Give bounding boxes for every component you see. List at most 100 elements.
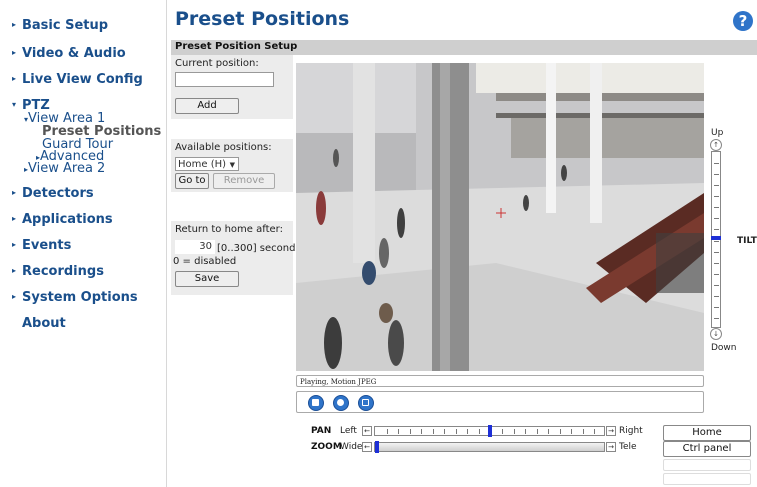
nav-applications[interactable]: ▸ Applications bbox=[12, 212, 113, 227]
nav-label: Applications bbox=[22, 212, 113, 227]
available-positions-panel: Available positions: Home (H) ▼ Go to Re… bbox=[171, 139, 293, 192]
nav-recordings[interactable]: ▸ Recordings bbox=[12, 264, 104, 279]
add-button[interactable]: Add bbox=[175, 98, 239, 114]
chevron-right-icon: ▸ bbox=[12, 188, 17, 197]
video-controls bbox=[296, 391, 704, 413]
dropdown-arrow-icon: ▼ bbox=[229, 161, 235, 169]
empty-slot bbox=[663, 473, 751, 485]
pan-slider[interactable] bbox=[374, 425, 605, 437]
pan-tick bbox=[433, 429, 434, 434]
pan-tick bbox=[421, 429, 422, 434]
ctrl-panel-button[interactable]: Ctrl panel bbox=[663, 441, 751, 457]
tilt-down-arrow-icon[interactable]: ↓ bbox=[710, 328, 722, 340]
pan-tick bbox=[583, 429, 584, 434]
pan-tick bbox=[387, 429, 388, 434]
zoom-wide-arrow-icon[interactable]: ← bbox=[362, 442, 372, 452]
section-header: Preset Position Setup bbox=[171, 40, 757, 55]
nav-label: Detectors bbox=[22, 186, 94, 201]
zoom-tele-label: Tele bbox=[619, 442, 637, 452]
current-position-panel: Current position: Add bbox=[171, 55, 293, 119]
tilt-tick bbox=[714, 307, 719, 308]
tilt-tick bbox=[714, 241, 719, 242]
zoom-title: ZOOM bbox=[311, 442, 342, 452]
page-title: Preset Positions bbox=[175, 8, 350, 30]
pan-tick bbox=[467, 429, 468, 434]
sidebar: ▸ Basic Setup ▸ Video & Audio ▸ Live View C… bbox=[0, 0, 167, 487]
pan-right-arrow-icon[interactable]: → bbox=[606, 426, 616, 436]
tilt-tick bbox=[714, 263, 719, 264]
nav-live-view-config[interactable]: ▸ Live View Config bbox=[12, 72, 143, 87]
nav-view-area-2[interactable]: ▸View Area 2 bbox=[24, 161, 105, 176]
pan-tick bbox=[514, 429, 515, 434]
chevron-right-icon: ▸ bbox=[12, 74, 17, 83]
available-positions-select[interactable]: Home (H) ▼ bbox=[175, 157, 239, 171]
pan-left-label: Left bbox=[340, 426, 357, 436]
tilt-title: TILT bbox=[737, 236, 757, 246]
video-status-bar: Playing, Motion JPEG bbox=[296, 375, 704, 387]
pan-tick bbox=[525, 429, 526, 434]
stop-icon[interactable] bbox=[308, 395, 324, 411]
goto-button[interactable]: Go to bbox=[175, 173, 209, 189]
tilt-tick bbox=[714, 174, 719, 175]
chevron-right-icon: ▸ bbox=[12, 240, 17, 249]
tilt-down-label: Down bbox=[711, 343, 737, 353]
chevron-right-icon: ▸ bbox=[12, 266, 17, 275]
zoom-handle[interactable] bbox=[375, 441, 379, 453]
remove-button[interactable]: Remove bbox=[213, 173, 275, 189]
tilt-tick bbox=[714, 274, 719, 275]
nav-system-options[interactable]: ▸ System Options bbox=[12, 290, 138, 305]
nav-detectors[interactable]: ▸ Detectors bbox=[12, 186, 94, 201]
nav-basic-setup[interactable]: ▸ Basic Setup bbox=[12, 18, 108, 33]
pan-title: PAN bbox=[311, 426, 332, 436]
nav-label: System Options bbox=[22, 290, 138, 305]
nav-label: Basic Setup bbox=[22, 18, 109, 33]
pan-tick bbox=[560, 429, 561, 434]
nav-label: Events bbox=[22, 238, 72, 253]
pan-tick bbox=[571, 429, 572, 434]
save-button[interactable]: Save bbox=[175, 271, 239, 287]
chevron-down-icon: ▾ bbox=[12, 100, 17, 109]
tilt-tick bbox=[714, 163, 719, 164]
current-position-label: Current position: bbox=[175, 58, 259, 69]
empty-slot bbox=[663, 459, 751, 471]
tilt-slider[interactable] bbox=[711, 151, 721, 328]
nav-label: About bbox=[22, 316, 66, 331]
tilt-tick bbox=[714, 196, 719, 197]
tilt-handle[interactable] bbox=[711, 236, 721, 240]
help-icon[interactable]: ? bbox=[733, 11, 753, 31]
snapshot-icon[interactable] bbox=[333, 395, 349, 411]
chevron-right-icon: ▸ bbox=[12, 48, 17, 57]
return-home-input[interactable]: 30 bbox=[175, 240, 215, 254]
pan-tick bbox=[537, 429, 538, 434]
nav-about[interactable]: About bbox=[12, 316, 66, 331]
return-home-range: [0..300] seconds, bbox=[217, 243, 304, 254]
pan-tick bbox=[594, 429, 595, 434]
tilt-tick bbox=[714, 207, 719, 208]
current-position-input[interactable] bbox=[175, 72, 274, 87]
tilt-up-arrow-icon[interactable]: ↑ bbox=[710, 139, 722, 151]
nav-label: Recordings bbox=[22, 264, 104, 279]
nav-label: Live View Config bbox=[22, 72, 143, 87]
zoom-slider[interactable] bbox=[374, 441, 605, 453]
live-video[interactable] bbox=[296, 63, 704, 371]
tilt-tick bbox=[714, 218, 719, 219]
tilt-tick bbox=[714, 229, 719, 230]
pan-tick bbox=[444, 429, 445, 434]
zoom-tele-arrow-icon[interactable]: → bbox=[606, 442, 616, 452]
nav-label: Video & Audio bbox=[22, 46, 126, 61]
available-positions-label: Available positions: bbox=[175, 142, 272, 153]
home-button[interactable]: Home bbox=[663, 425, 751, 441]
nav-events[interactable]: ▸ Events bbox=[12, 238, 71, 253]
pan-handle[interactable] bbox=[488, 425, 492, 437]
nav-video-audio[interactable]: ▸ Video & Audio bbox=[12, 46, 126, 61]
return-home-note: 0 = disabled bbox=[173, 256, 237, 267]
zoom-wide-label: Wide bbox=[340, 442, 363, 452]
tilt-tick bbox=[714, 185, 719, 186]
return-home-panel: Return to home after: 30 [0..300] second… bbox=[171, 221, 304, 295]
fullscreen-icon[interactable] bbox=[358, 395, 374, 411]
pan-left-arrow-icon[interactable]: ← bbox=[362, 426, 372, 436]
tilt-up-label: Up bbox=[711, 128, 724, 138]
chevron-right-icon: ▸ bbox=[12, 292, 17, 301]
pan-tick bbox=[410, 429, 411, 434]
tilt-tick bbox=[714, 318, 719, 319]
